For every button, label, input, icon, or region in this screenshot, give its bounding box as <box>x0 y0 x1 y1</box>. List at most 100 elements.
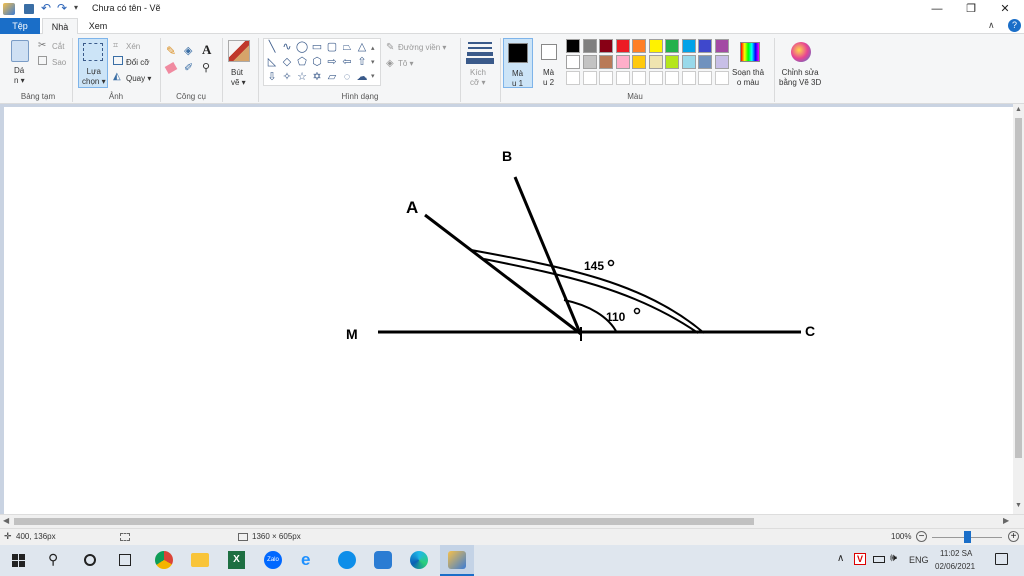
zoom-slider-thumb[interactable] <box>964 531 971 543</box>
crop-label[interactable]: Xén <box>126 42 140 51</box>
shapes-scroll-icon[interactable]: ▴ ▾ ▾ <box>371 42 375 84</box>
scissors-icon[interactable]: ✂ <box>38 40 46 51</box>
palette-swatch[interactable] <box>648 39 663 53</box>
magnifier-icon[interactable]: ⚲ <box>202 61 210 74</box>
zoom-in-icon[interactable]: + <box>1008 531 1019 542</box>
scroll-up-icon[interactable]: ▲ <box>1015 106 1022 113</box>
brushes-button[interactable]: Bút vẽ ▾ <box>226 38 252 88</box>
remote-app-icon[interactable] <box>374 551 392 569</box>
size-button[interactable]: Kích cỡ ▾ <box>465 38 495 88</box>
copy-label[interactable]: Sao <box>52 58 66 67</box>
custom-color-slot[interactable] <box>615 71 630 85</box>
scroll-left-icon[interactable]: ◀ <box>3 516 9 525</box>
search-icon[interactable]: ⚲ <box>48 551 58 568</box>
right-arrow-shape-icon[interactable]: ⇨ <box>325 55 339 69</box>
rotate-icon[interactable]: ◭ <box>113 71 121 82</box>
four-point-star-shape-icon[interactable]: ✧ <box>280 70 294 84</box>
custom-color-slot[interactable] <box>698 71 712 85</box>
oval-shape-icon[interactable]: ◯ <box>295 40 309 54</box>
palette-swatch[interactable] <box>566 55 580 69</box>
palette-swatch[interactable] <box>615 55 630 69</box>
cortana-icon[interactable] <box>84 554 96 566</box>
close-button[interactable]: ✕ <box>988 0 1022 18</box>
curve-shape-icon[interactable]: ∿ <box>280 40 294 54</box>
resize-icon[interactable] <box>113 56 123 65</box>
up-arrow-shape-icon[interactable]: ⇧ <box>355 55 369 69</box>
custom-color-slot[interactable] <box>632 71 646 85</box>
scroll-down-icon[interactable]: ▼ <box>1015 502 1022 509</box>
right-triangle-shape-icon[interactable]: ◺ <box>265 55 279 69</box>
rotate-label[interactable]: Quay ▾ <box>126 74 151 83</box>
palette-swatch[interactable] <box>632 39 646 53</box>
maximize-button[interactable]: ❐ <box>954 0 988 18</box>
custom-color-slot[interactable] <box>665 71 679 85</box>
palette-swatch[interactable] <box>566 39 580 53</box>
horizontal-scroll-thumb[interactable] <box>14 518 754 525</box>
clock-date[interactable]: 02/06/2021 <box>935 562 975 571</box>
palette-swatch[interactable] <box>714 39 729 53</box>
eraser-icon[interactable] <box>164 62 178 74</box>
palette-swatch[interactable] <box>648 55 663 69</box>
file-explorer-icon[interactable] <box>191 553 209 567</box>
edge-icon[interactable] <box>410 551 428 569</box>
redo-icon[interactable]: ↷ <box>57 1 67 15</box>
collapse-ribbon-icon[interactable]: ∧ <box>988 20 995 31</box>
callout-rect-shape-icon[interactable]: ▱ <box>325 70 339 84</box>
rounded-rectangle-shape-icon[interactable]: ▢ <box>325 40 339 54</box>
custom-color-slot[interactable] <box>714 71 729 85</box>
fill-icon[interactable]: ◈ <box>386 58 394 69</box>
hexagon-shape-icon[interactable]: ⬡ <box>310 55 324 69</box>
custom-color-slot[interactable] <box>582 71 597 85</box>
zalo-icon[interactable]: Zalo <box>264 551 282 569</box>
line-shape-icon[interactable]: ╲ <box>265 40 279 54</box>
paint-taskbar-icon[interactable] <box>440 545 474 576</box>
palette-swatch[interactable] <box>665 55 679 69</box>
triangle-shape-icon[interactable]: △ <box>355 40 369 54</box>
color1-button[interactable]: Mà u 1 <box>503 38 533 88</box>
tab-home[interactable]: Nhà <box>42 18 78 34</box>
palette-swatch[interactable] <box>681 39 696 53</box>
battery-icon[interactable] <box>873 556 885 563</box>
color2-button[interactable]: Mà u 2 <box>537 38 563 88</box>
excel-icon[interactable]: X <box>228 551 245 569</box>
undo-icon[interactable]: ↶ <box>41 1 51 15</box>
save-icon[interactable] <box>24 4 34 14</box>
select-button[interactable]: Lựa chọn ▾ <box>78 38 108 88</box>
edit-colors-button[interactable]: Soạn thả o màu <box>730 38 770 88</box>
palette-swatch[interactable] <box>698 55 712 69</box>
chrome-icon[interactable] <box>155 551 173 569</box>
pencil-icon[interactable]: ✎ <box>166 44 176 58</box>
five-point-star-shape-icon[interactable]: ☆ <box>295 70 309 84</box>
palette-swatch[interactable] <box>599 39 613 53</box>
palette-swatch[interactable] <box>632 55 646 69</box>
custom-color-slot[interactable] <box>648 71 663 85</box>
language-indicator[interactable]: ENG <box>909 555 929 565</box>
custom-color-slot[interactable] <box>599 71 613 85</box>
polygon-shape-icon[interactable]: ⏢ <box>340 40 354 54</box>
zoom-out-icon[interactable]: − <box>916 531 927 542</box>
teamviewer-icon[interactable] <box>338 551 356 569</box>
show-hidden-icons-icon[interactable]: ∧ <box>837 553 844 564</box>
palette-swatch[interactable] <box>714 55 729 69</box>
palette-swatch[interactable] <box>698 39 712 53</box>
palette-swatch[interactable] <box>599 55 613 69</box>
tab-file[interactable]: Tệp <box>0 18 40 34</box>
palette-swatch[interactable] <box>582 39 597 53</box>
vertical-scrollbar[interactable]: ▲ ▼ <box>1013 104 1024 514</box>
palette-swatch[interactable] <box>615 39 630 53</box>
fill-bucket-icon[interactable]: ◈ <box>184 44 192 57</box>
rectangle-shape-icon[interactable]: ▭ <box>310 40 324 54</box>
copy-icon[interactable] <box>38 56 47 65</box>
paint3d-button[interactable]: Chỉnh sửa bằng Vẽ 3D <box>777 38 825 88</box>
cut-label[interactable]: Cắt <box>52 42 64 51</box>
help-icon[interactable]: ? <box>1008 19 1021 32</box>
diamond-shape-icon[interactable]: ◇ <box>280 55 294 69</box>
text-tool-icon[interactable]: A <box>202 42 211 58</box>
six-point-star-shape-icon[interactable]: ✡ <box>310 70 324 84</box>
left-arrow-shape-icon[interactable]: ⇦ <box>340 55 354 69</box>
palette-swatch[interactable] <box>582 55 597 69</box>
color-picker-icon[interactable]: ✐ <box>184 61 193 74</box>
shapes-gallery[interactable]: ╲ ∿ ◯ ▭ ▢ ⏢ △ ◺ ◇ ⬠ ⬡ ⇨ ⇦ ⇧ ⇩ ✧ ☆ ✡ ▱ ◌ … <box>263 38 381 86</box>
scroll-right-icon[interactable]: ▶ <box>1003 516 1009 525</box>
drawing-canvas[interactable]: B A M C 145 110 <box>4 107 1018 515</box>
